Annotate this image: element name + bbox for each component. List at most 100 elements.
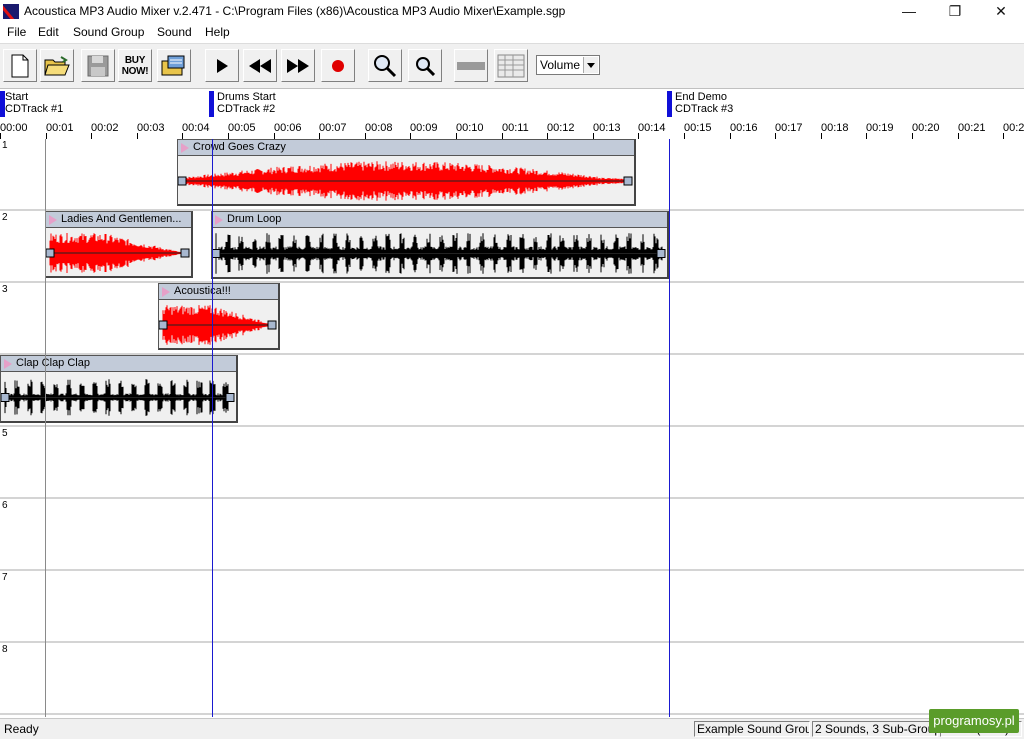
play-icon (217, 58, 228, 73)
rewind-icon (249, 58, 271, 73)
ruler-tick-label: 00:16 (730, 122, 758, 134)
track-row[interactable]: 7 (0, 571, 1024, 643)
zoom-in-button[interactable] (368, 49, 402, 82)
clip-name: Ladies And Gentlemen... (61, 213, 182, 225)
envelope-handle[interactable] (46, 248, 55, 258)
ruler-tick-label: 00:10 (456, 122, 484, 134)
grid-button[interactable] (494, 49, 528, 82)
clip-header[interactable]: Clap Clap Clap (1, 356, 236, 372)
ruler-tick-label: 00:13 (593, 122, 621, 134)
menu-sound-group[interactable]: Sound Group (73, 25, 144, 39)
record-button[interactable] (321, 49, 355, 82)
envelope-handle[interactable] (178, 176, 187, 186)
play-triangle-icon (4, 359, 12, 369)
status-bar: Ready Example Sound Group 2 Sounds, 3 Su… (0, 718, 1024, 739)
clip-header[interactable]: Ladies And Gentlemen... (46, 212, 191, 228)
clip-crowd-goes-crazy[interactable]: Crowd Goes Crazy (177, 139, 636, 206)
timeline-ruler[interactable]: Start CDTrack #1 Drums Start CDTrack #2 En… (0, 88, 1024, 140)
menu-help[interactable]: Help (205, 25, 230, 39)
status-group: Example Sound Group (694, 721, 810, 737)
grid-icon (497, 54, 525, 77)
marker-flag-icon[interactable] (667, 91, 672, 117)
ruler-tick-label: 00:11 (502, 122, 529, 134)
volume-select[interactable]: Volume (536, 55, 600, 75)
ruler-tick-label: 00:20 (912, 122, 940, 134)
envelope-handle[interactable] (267, 320, 277, 330)
marker-sublabel: CDTrack #2 (217, 103, 276, 115)
fast-forward-button[interactable] (281, 49, 315, 82)
ruler-tick-label: 00:05 (228, 122, 256, 134)
marker-flag-icon[interactable] (209, 91, 214, 117)
marker-start[interactable]: Start CDTrack #1 (5, 91, 63, 115)
play-triangle-icon (162, 287, 170, 297)
envelope-handle[interactable] (1, 393, 10, 402)
track-number: 6 (2, 500, 8, 511)
marker-end-demo[interactable]: End Demo CDTrack #3 (675, 91, 733, 115)
play-button[interactable] (205, 49, 239, 82)
open-button[interactable] (40, 49, 74, 82)
ruler-tick-label: 00:15 (684, 122, 712, 134)
import-button[interactable] (157, 49, 191, 82)
marker-sublabel: CDTrack #3 (675, 103, 734, 115)
maximize-button[interactable]: ❐ (932, 0, 978, 23)
ruler-tick-label: 00:09 (410, 122, 438, 134)
play-triangle-icon (181, 143, 189, 153)
rewind-button[interactable] (243, 49, 277, 82)
clip-acoustica[interactable]: Acoustica!!! (158, 283, 280, 350)
zoom-out-button[interactable] (408, 49, 442, 82)
marker-drums-start[interactable]: Drums Start CDTrack #2 (217, 91, 276, 115)
clip-ladies-and-gentlemen[interactable]: Ladies And Gentlemen... (45, 211, 193, 278)
title-bar: Acoustica MP3 Audio Mixer v.2.471 - C:\P… (0, 0, 1024, 23)
ruler-tick-label: 00:03 (137, 122, 165, 134)
track-number: 7 (2, 572, 8, 583)
clip-clap-clap-clap[interactable]: Clap Clap Clap (0, 355, 238, 423)
close-button[interactable]: ✕ (978, 0, 1024, 23)
minimize-button[interactable]: — (886, 0, 932, 23)
marker-line-end-demo (669, 139, 670, 717)
clip-header[interactable]: Drum Loop (212, 212, 667, 228)
clip-name: Drum Loop (227, 213, 282, 225)
save-disk-icon (87, 55, 109, 76)
clip-drum-loop[interactable]: Drum Loop (211, 211, 669, 279)
envelope-handle[interactable] (656, 249, 666, 258)
envelope-handle[interactable] (180, 248, 190, 258)
menu-edit[interactable]: Edit (38, 25, 59, 39)
clip-header[interactable]: Crowd Goes Crazy (178, 140, 634, 156)
clip-header[interactable]: Acoustica!!! (159, 284, 278, 300)
menu-file[interactable]: File (7, 25, 26, 39)
ruler-tick-label: 00:02 (91, 122, 119, 134)
flat-bar-button[interactable] (454, 49, 488, 82)
marker-sublabel: CDTrack #1 (5, 103, 64, 115)
waveform (212, 233, 666, 274)
playhead-line[interactable] (45, 139, 46, 717)
track-row[interactable]: 8 (0, 643, 1024, 715)
ruler-tick-label: 00:14 (638, 122, 666, 134)
new-file-button[interactable] (3, 49, 37, 82)
track-row[interactable]: 6 (0, 499, 1024, 571)
envelope-handle[interactable] (212, 249, 221, 258)
envelope-handle[interactable] (225, 393, 235, 402)
envelope-handle[interactable] (623, 176, 633, 186)
menu-sound[interactable]: Sound (157, 25, 192, 39)
save-button[interactable] (81, 49, 115, 82)
record-icon (332, 59, 344, 72)
ruler-tick-label: 00:19 (866, 122, 894, 134)
marker-line-drums-start (212, 139, 213, 717)
envelope-handle[interactable] (159, 320, 168, 330)
waveform (159, 305, 277, 345)
ruler-tick-label: 00:21 (958, 122, 986, 134)
ruler-tick-label: 00:07 (319, 122, 347, 134)
track-number: 5 (2, 428, 8, 439)
zoom-in-icon (374, 54, 397, 77)
clip-name: Acoustica!!! (174, 285, 231, 297)
volume-select-value: Volume (540, 58, 581, 72)
track-number: 8 (2, 644, 8, 655)
buy-now-button[interactable]: BUY NOW! (118, 49, 152, 82)
track-row[interactable]: 5 (0, 427, 1024, 499)
chevron-down-icon (583, 57, 598, 73)
app-icon (3, 4, 19, 19)
track-area[interactable]: 1 2 3 4 5 6 7 8 Crowd Goes Crazy Ladies … (0, 139, 1024, 717)
marker-label: Drums Start (217, 91, 276, 103)
status-counts: 2 Sounds, 3 Sub-Groups (812, 721, 938, 737)
track-row[interactable]: 3 (0, 283, 1024, 355)
